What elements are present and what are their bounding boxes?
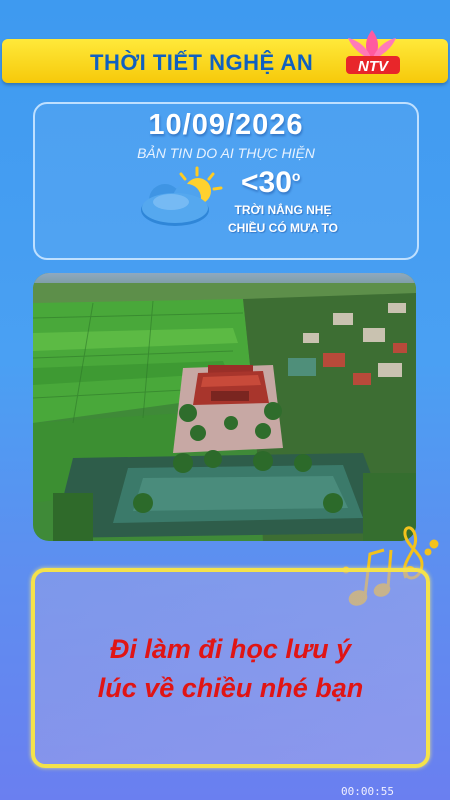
message-box: Đi làm đi học lưu ý lúc về chiều nhé bạn — [31, 568, 430, 768]
condition-line-1: TRỜI NẮNG NHẸ — [234, 203, 332, 217]
condition-line-2: CHIỀU CÓ MƯA TO — [228, 221, 338, 235]
weather-card: 10/09/2026 BẢN TIN DO AI THỰC HIỆN <30o … — [33, 102, 419, 260]
forecast-date: 10/09/2026 — [148, 109, 304, 141]
partly-cloudy-icon — [141, 166, 223, 226]
aerial-temple-photo — [33, 273, 416, 541]
header-title: THỜI TIẾT NGHỆ AN — [90, 50, 314, 75]
message-line-1: Đi làm đi học lưu ý — [109, 634, 352, 664]
message-line-2: lúc về chiều nhé bạn — [97, 673, 364, 703]
degree-symbol: o — [291, 168, 301, 184]
temperature: <30o — [241, 166, 301, 199]
logo-text: NTV — [358, 58, 390, 75]
video-timestamp: 00:00:55 — [341, 785, 394, 798]
forecast-subtitle: BẢN TIN DO AI THỰC HIỆN — [137, 145, 315, 161]
ntv-logo: NTV — [346, 30, 400, 75]
